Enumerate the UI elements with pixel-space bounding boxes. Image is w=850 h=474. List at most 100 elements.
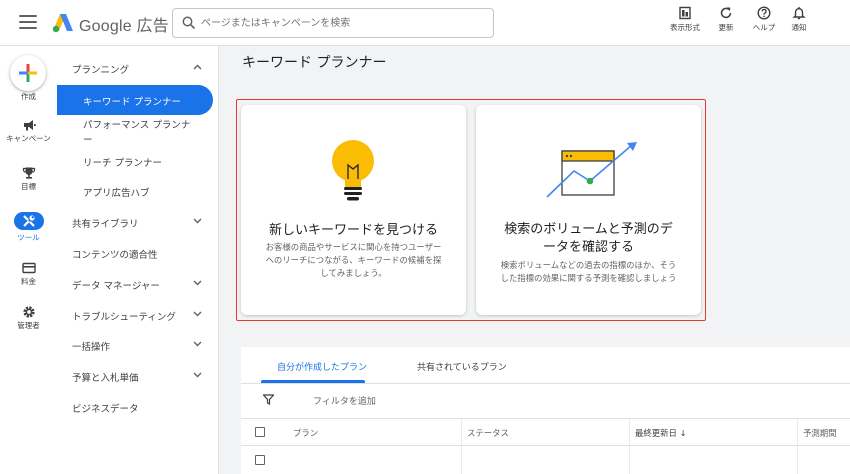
rail-item-billing[interactable]: 料金 (0, 261, 57, 286)
display-format-button[interactable]: 表示形式 (663, 6, 707, 36)
nav-section-bulk-actions[interactable]: 一括操作 (57, 330, 219, 360)
column-separator (797, 419, 798, 474)
create-button[interactable] (10, 55, 46, 91)
tab-label: 共有されているプラン (417, 363, 507, 373)
card-heading: 新しいキーワードを見つける (268, 223, 438, 238)
top-bar: Google 広告 表示形式 更新 ヘルプ (0, 0, 850, 46)
column-separator (461, 419, 462, 474)
plans-panel: 自分が作成したプラン 共有されているプラン フィルタを追加 プラン ステータス … (241, 347, 850, 474)
select-all-checkbox[interactable] (255, 427, 265, 437)
chevron-down-icon (193, 280, 202, 286)
card-desc-line1: 検索ボリュームなどの過去の指標のほか、そう (500, 260, 677, 270)
billing-label: 料金 (21, 277, 36, 286)
column-header-last-updated[interactable]: 最終更新日 ↓ (635, 427, 687, 439)
column-header-plan[interactable]: プラン (293, 427, 318, 439)
nav-label: 予算と入札単価 (72, 373, 139, 384)
left-rail: 作成 キャンペーン 目標 ツール 料金 管理者 (0, 46, 57, 474)
nav-label: パフォーマンス プランナ (83, 120, 191, 131)
nav-item-content-suitability[interactable]: コンテンツの適合性 (57, 238, 219, 268)
nav-label: 一括操作 (72, 342, 111, 353)
nav-label: プランニング (72, 65, 130, 76)
card-desc-line2: へのリーチにつながる、キーワードの候補を探 (265, 255, 442, 265)
display-format-icon (679, 6, 691, 20)
discover-keywords-card[interactable]: 新しいキーワードを見つける お客様の商品やサービスに関心を持つユーザー へのリー… (241, 105, 466, 315)
goals-label: 目標 (21, 182, 36, 191)
notifications-label: 通知 (791, 23, 807, 32)
nav-item-keyword-planner[interactable]: キーワード プランナー (57, 85, 213, 115)
search-input[interactable] (201, 14, 486, 32)
trophy-icon (22, 167, 35, 179)
nav-label: データ マネージャー (72, 281, 160, 292)
nav-label-wrap: ー (83, 135, 93, 146)
rail-item-tools[interactable]: ツール (0, 212, 57, 242)
tab-shared-plans[interactable]: 共有されているプラン (401, 347, 521, 383)
lightbulb-icon (332, 140, 374, 201)
chevron-down-icon (193, 341, 202, 347)
refresh-icon (720, 7, 732, 19)
nav-section-troubleshooting[interactable]: トラブルシューティング (57, 300, 219, 330)
card-desc-line2: した指標の効果に関する予測を確認しましょう (500, 273, 677, 283)
search-box[interactable] (172, 8, 494, 38)
tools-active-pill (13, 212, 44, 230)
nav-section-data-manager[interactable]: データ マネージャー (57, 269, 219, 299)
filter-divider (241, 418, 850, 419)
header-divider (241, 445, 850, 446)
hamburger-menu-icon[interactable] (19, 15, 37, 29)
row-checkbox[interactable] (255, 455, 265, 465)
bell-icon (792, 7, 806, 20)
column-header-label: 最終更新日 (635, 428, 677, 438)
card-heading-line1: 検索のボリュームと予測のデ (504, 222, 673, 237)
help-icon (757, 6, 771, 20)
column-separator (629, 419, 630, 474)
card-heading-line2: ータを確認する (542, 240, 634, 255)
chevron-up-icon (193, 64, 202, 70)
gear-icon (22, 306, 35, 318)
tabs-divider (241, 383, 850, 384)
display-format-label: 表示形式 (670, 23, 700, 32)
plus-icon (19, 64, 37, 82)
rail-item-campaigns[interactable]: キャンペーン (0, 118, 57, 143)
card-desc-line3: してみましょう。 (320, 268, 387, 278)
nav-label: ビジネスデータ (72, 404, 139, 415)
page-title: キーワード プランナー (242, 55, 387, 71)
nav-section-planning[interactable]: プランニング (57, 53, 219, 83)
tools-label: ツール (17, 233, 40, 242)
tab-label: 自分が作成したプラン (277, 363, 368, 373)
notifications-button[interactable]: 通知 (777, 6, 821, 36)
nav-label: トラブルシューティング (72, 312, 176, 323)
credit-card-icon (21, 262, 36, 274)
nav-label: コンテンツの適合性 (72, 250, 158, 261)
card-desc-line1: お客様の商品やサービスに関心を持つユーザー (265, 242, 442, 252)
tools-nav: プランニング キーワード プランナー パフォーマンス プランナ ー リーチ プラ… (57, 46, 219, 474)
create-label: 作成 (21, 92, 36, 101)
rail-item-admin[interactable]: 管理者 (0, 305, 57, 330)
filter-icon[interactable] (263, 394, 274, 405)
forecast-card[interactable]: 検索のボリュームと予測のデ ータを確認する 検索ボリュームなどの過去の指標のほか… (476, 105, 701, 315)
nav-item-business-data[interactable]: ビジネスデータ (57, 392, 219, 422)
nav-label: リーチ プランナー (83, 158, 163, 169)
column-header-forecast-period[interactable]: 予測期間 (803, 427, 837, 439)
nav-item-reach-planner[interactable]: リーチ プランナー (57, 146, 219, 176)
campaign-label: キャンペーン (6, 134, 51, 143)
nav-label: 共有ライブラリ (72, 219, 139, 230)
forecast-chart-icon (546, 142, 637, 198)
column-header-status[interactable]: ステータス (467, 427, 509, 439)
google-ads-logo (52, 14, 73, 33)
tab-my-plans[interactable]: 自分が作成したプラン (261, 347, 368, 383)
megaphone-icon (23, 120, 36, 131)
add-filter-button[interactable]: フィルタを追加 (313, 394, 376, 407)
tools-icon (22, 215, 35, 227)
chevron-down-icon (193, 311, 202, 317)
chevron-down-icon (193, 218, 202, 224)
nav-item-app-ads-hub[interactable]: アプリ広告ハブ (57, 176, 219, 206)
sort-descending-icon: ↓ (679, 428, 687, 438)
nav-section-budget-bidding[interactable]: 予算と入札単価 (57, 361, 219, 391)
chevron-down-icon (193, 372, 202, 378)
nav-item-performance-planner[interactable]: パフォーマンス プランナ ー (57, 114, 219, 148)
admin-label: 管理者 (17, 321, 40, 330)
nav-label: アプリ広告ハブ (83, 188, 150, 199)
nav-section-shared-library[interactable]: 共有ライブラリ (57, 207, 219, 237)
nav-label: キーワード プランナー (83, 97, 182, 108)
rail-item-goals[interactable]: 目標 (0, 166, 57, 191)
app-brand: Google 広告 (79, 18, 169, 35)
